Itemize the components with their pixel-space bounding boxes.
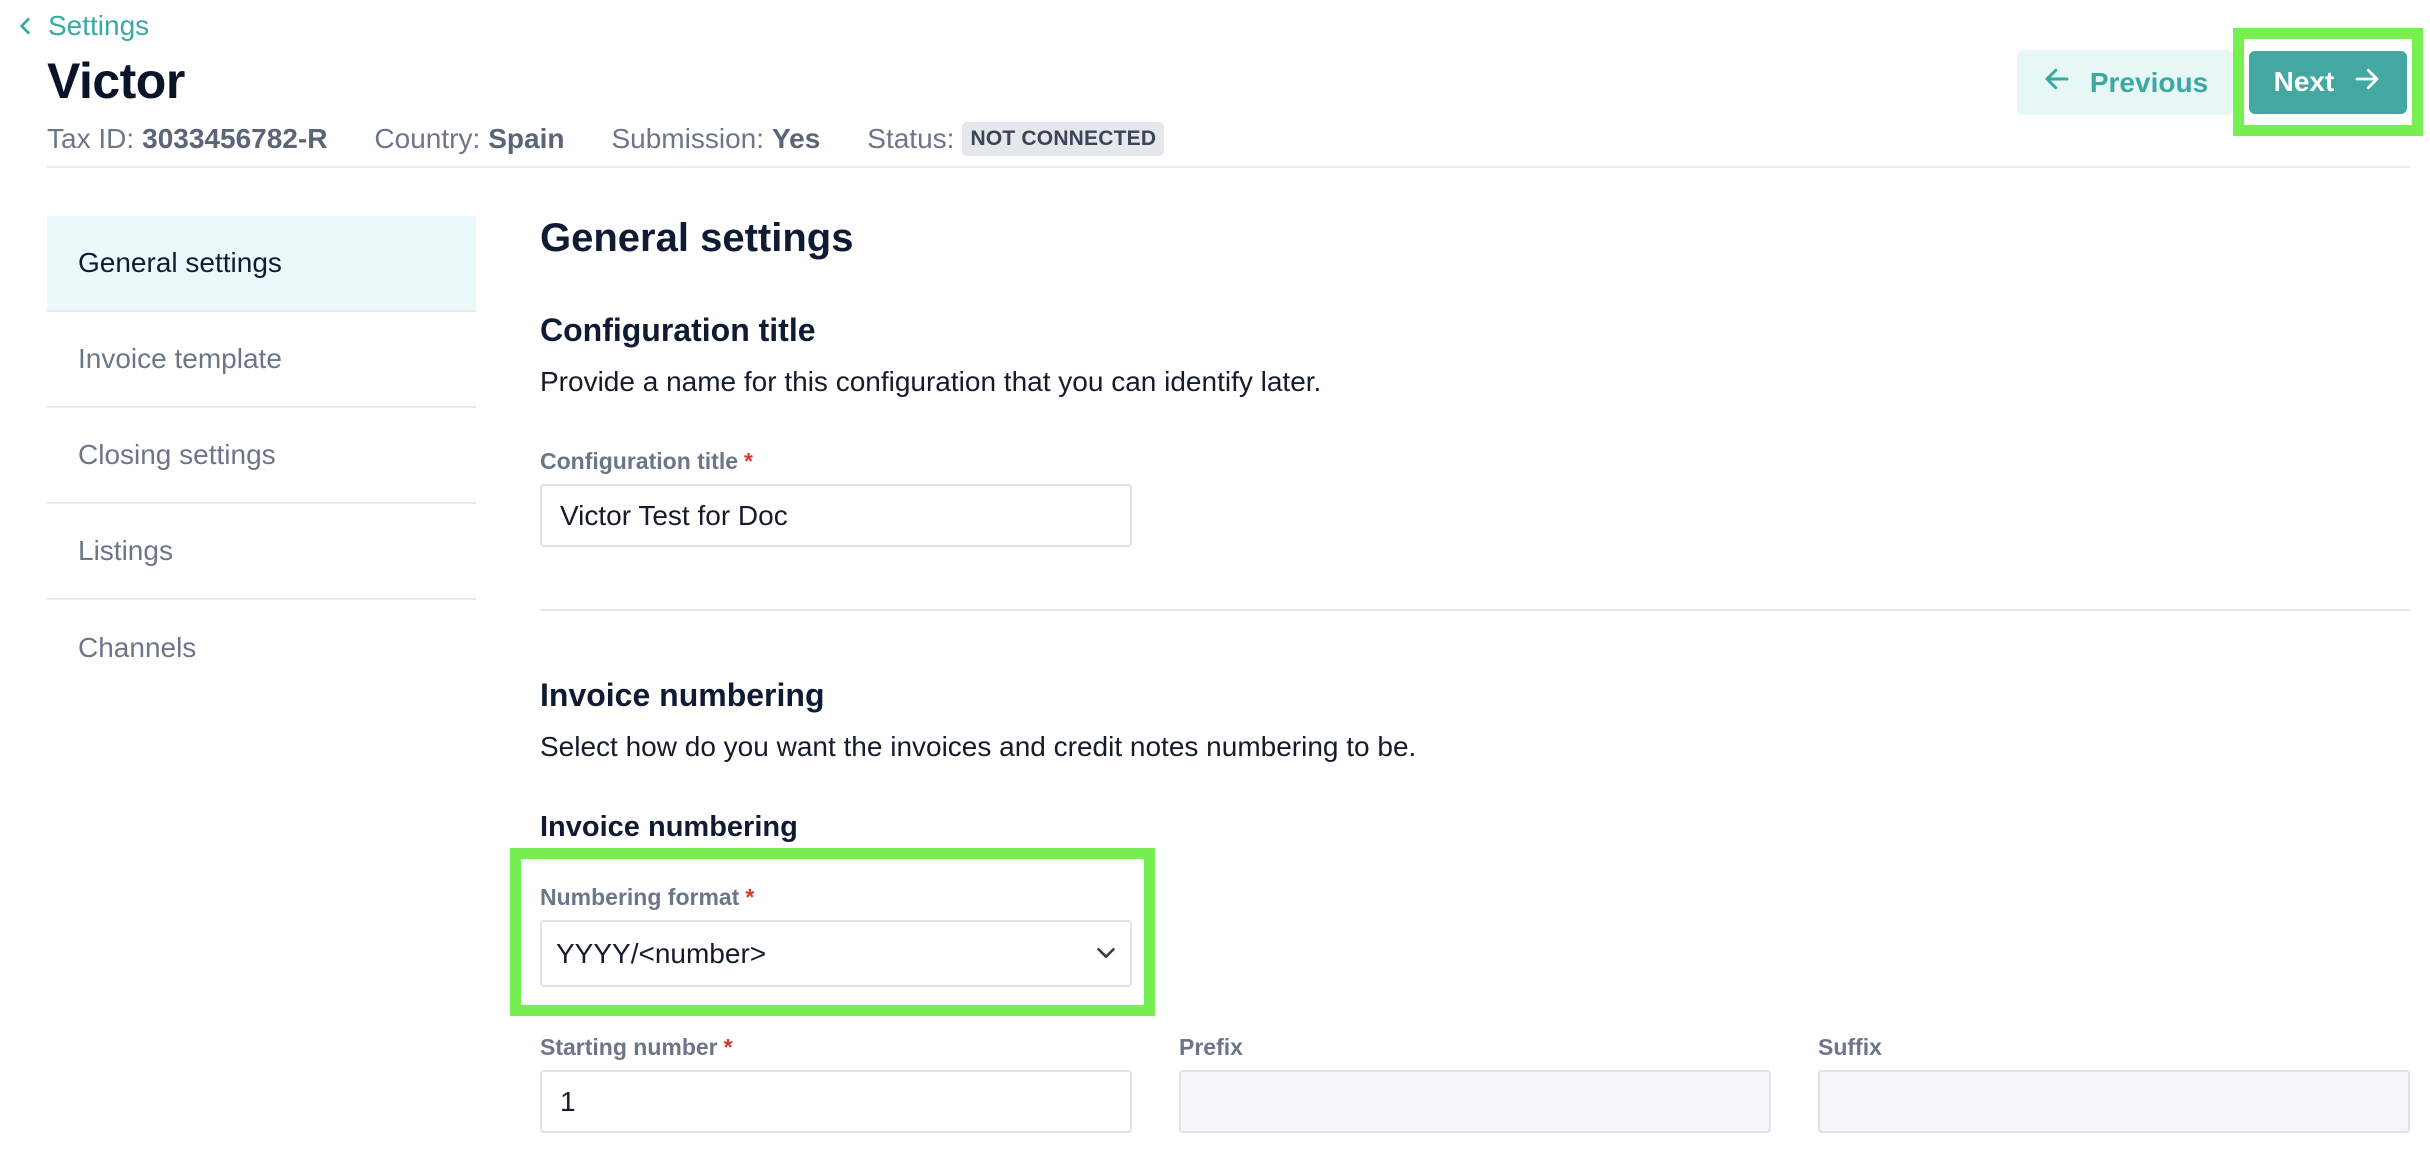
next-button-highlight: Next [2233,28,2423,136]
meta-status: Status: NOT CONNECTED [867,122,1165,156]
sidebar-item-general-settings[interactable]: General settings [47,216,476,312]
config-title-heading: Configuration title [540,312,816,348]
config-title-input[interactable]: Victor Test for Doc [540,484,1132,547]
status-badge: NOT CONNECTED [962,122,1165,156]
suffix-input[interactable] [1818,1070,2410,1133]
prefix-input[interactable] [1179,1070,1771,1133]
previous-button[interactable]: Previous [2017,50,2233,115]
meta-country: Country: Spain [374,123,565,154]
meta-row: Tax ID: 3033456782-R Country: Spain Subm… [47,122,1165,156]
starting-number-input[interactable]: 1 [540,1070,1132,1133]
starting-number-label: Starting number * [540,1034,733,1060]
prefix-label: Prefix [1179,1034,1243,1060]
config-title-label: Configuration title * [540,448,753,474]
main-heading: General settings [540,216,854,260]
arrow-left-icon [2042,64,2072,101]
header-actions: Previous [2017,50,2233,115]
next-button-label: Next [2273,66,2335,97]
sidebar-item-invoice-template[interactable]: Invoice template [47,312,476,408]
meta-submission: Submission: Yes [611,123,821,154]
settings-sidebar: General settings Invoice template Closin… [47,216,476,696]
header-divider [47,166,2410,168]
config-title-description: Provide a name for this configuration th… [540,366,1322,397]
section-divider [540,609,2410,611]
arrow-right-icon [2352,64,2382,101]
sidebar-item-channels[interactable]: Channels [47,600,476,696]
suffix-label: Suffix [1818,1034,1882,1060]
sidebar-item-closing-settings[interactable]: Closing settings [47,408,476,504]
invoice-numbering-subheading: Invoice numbering [540,811,798,843]
previous-button-label: Previous [2089,66,2209,98]
next-button[interactable]: Next [2249,50,2407,114]
invoice-numbering-heading: Invoice numbering [540,677,825,713]
numbering-format-highlight [510,848,1155,1016]
back-link-label: Settings [48,10,150,41]
sidebar-item-listings[interactable]: Listings [47,504,476,600]
invoice-numbering-description: Select how do you want the invoices and … [540,731,1417,762]
meta-tax-id: Tax ID: 3033456782-R [47,123,328,154]
chevron-left-icon [16,10,34,42]
page-title: Victor [47,53,185,109]
back-to-settings-link[interactable]: Settings [16,10,149,42]
